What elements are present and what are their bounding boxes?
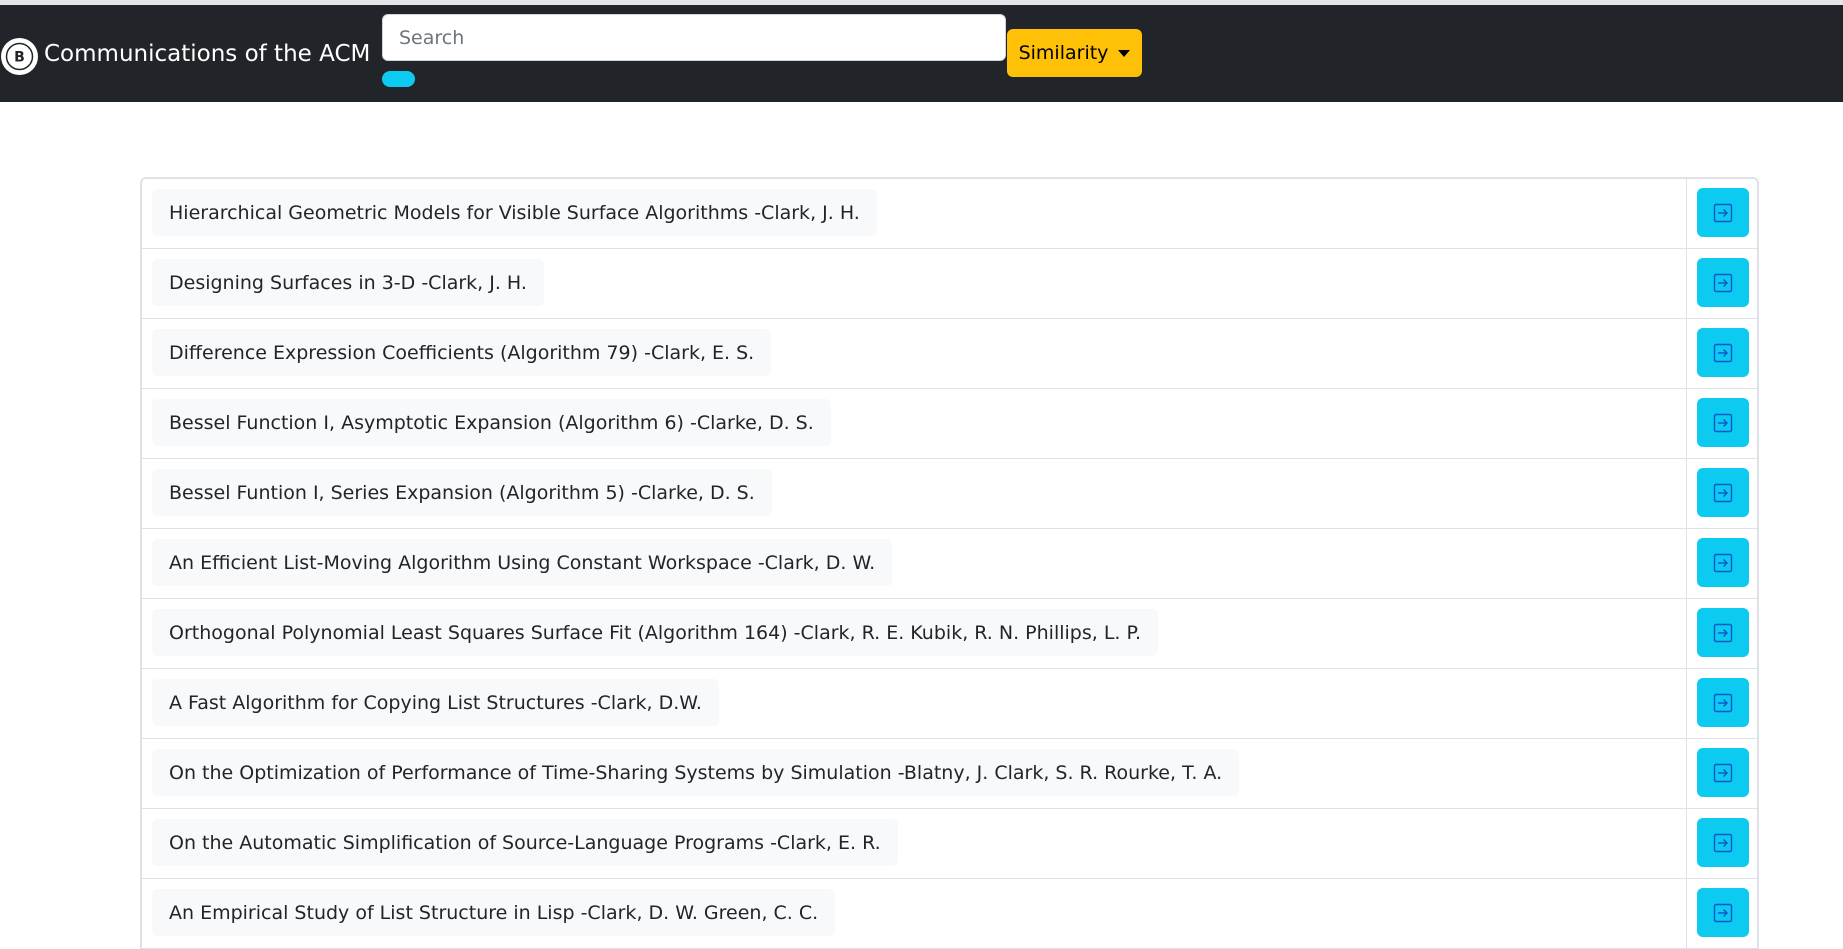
open-result-button[interactable] (1697, 258, 1749, 307)
result-row: Orthogonal Polynomial Least Squares Surf… (142, 599, 1757, 669)
result-title[interactable]: Bessel Function I, Asymptotic Expansion … (152, 399, 831, 446)
result-title[interactable]: On the Optimization of Performance of Ti… (152, 749, 1240, 796)
result-title[interactable]: Hierarchical Geometric Models for Visibl… (152, 189, 877, 236)
box-arrow-in-right-icon (1713, 623, 1733, 642)
box-arrow-in-right-icon (1713, 693, 1733, 712)
box-arrow-in-right-icon (1713, 553, 1733, 572)
box-arrow-in-right-icon (1713, 273, 1733, 292)
box-arrow-in-right-icon (1713, 343, 1733, 362)
open-result-button[interactable] (1697, 188, 1749, 237)
search-input[interactable] (382, 14, 1006, 61)
row-divider (1686, 879, 1687, 948)
box-arrow-in-right-icon (1713, 483, 1733, 502)
result-title[interactable]: Difference Expression Coefficients (Algo… (152, 329, 772, 376)
row-divider (1686, 249, 1687, 318)
open-result-button[interactable] (1697, 888, 1749, 937)
box-arrow-in-right-icon (1713, 833, 1733, 852)
caret-down-icon (1118, 49, 1131, 57)
result-title[interactable]: Orthogonal Polynomial Least Squares Surf… (152, 609, 1159, 656)
row-divider (1686, 319, 1687, 388)
row-divider (1686, 459, 1687, 528)
row-divider (1686, 809, 1687, 878)
result-row: An Efficient List-Moving Algorithm Using… (142, 529, 1757, 599)
open-result-button[interactable] (1697, 748, 1749, 797)
open-result-button[interactable] (1697, 328, 1749, 377)
open-result-button[interactable] (1697, 678, 1749, 727)
box-arrow-in-right-icon (1713, 413, 1733, 432)
results-list: Hierarchical Geometric Models for Visibl… (140, 177, 1759, 949)
search-submit-button[interactable] (382, 71, 415, 87)
result-row: Difference Expression Coefficients (Algo… (142, 319, 1757, 389)
row-divider (1686, 599, 1687, 668)
row-divider (1686, 529, 1687, 598)
open-result-button[interactable] (1697, 608, 1749, 657)
result-row: On the Automatic Simplification of Sourc… (142, 809, 1757, 879)
open-result-button[interactable] (1697, 398, 1749, 447)
result-row: Bessel Function I, Asymptotic Expansion … (142, 389, 1757, 459)
result-row: An Empirical Study of List Structure in … (142, 879, 1757, 949)
sort-dropdown-label: Similarity (1018, 42, 1109, 64)
open-result-button[interactable] (1697, 468, 1749, 517)
result-title[interactable]: Bessel Funtion I, Series Expansion (Algo… (152, 469, 772, 516)
result-title[interactable]: On the Automatic Simplification of Sourc… (152, 819, 898, 866)
result-row: A Fast Algorithm for Copying List Struct… (142, 669, 1757, 739)
result-title[interactable]: Designing Surfaces in 3-D -Clark, J. H. (152, 259, 544, 306)
row-divider (1686, 739, 1687, 808)
result-title[interactable]: An Empirical Study of List Structure in … (152, 889, 836, 936)
result-row: On the Optimization of Performance of Ti… (142, 739, 1757, 809)
box-arrow-in-right-icon (1713, 903, 1733, 922)
row-divider (1686, 179, 1687, 248)
box-arrow-in-right-icon (1713, 763, 1733, 782)
result-title[interactable]: A Fast Algorithm for Copying List Struct… (152, 679, 719, 726)
brand-logo-icon[interactable]: B (1, 38, 38, 75)
row-divider (1686, 669, 1687, 738)
result-row: Designing Surfaces in 3-D -Clark, J. H. (142, 249, 1757, 319)
result-title[interactable]: An Efficient List-Moving Algorithm Using… (152, 539, 893, 586)
brand-title[interactable]: Communications of the ACM (44, 38, 370, 70)
result-row: Hierarchical Geometric Models for Visibl… (142, 179, 1757, 249)
row-divider (1686, 389, 1687, 458)
brand-logo-letter: B (14, 50, 25, 66)
result-row: Bessel Funtion I, Series Expansion (Algo… (142, 459, 1757, 529)
open-result-button[interactable] (1697, 818, 1749, 867)
sort-dropdown-button[interactable]: Similarity (1007, 29, 1142, 77)
box-arrow-in-right-icon (1713, 203, 1733, 222)
open-result-button[interactable] (1697, 538, 1749, 587)
